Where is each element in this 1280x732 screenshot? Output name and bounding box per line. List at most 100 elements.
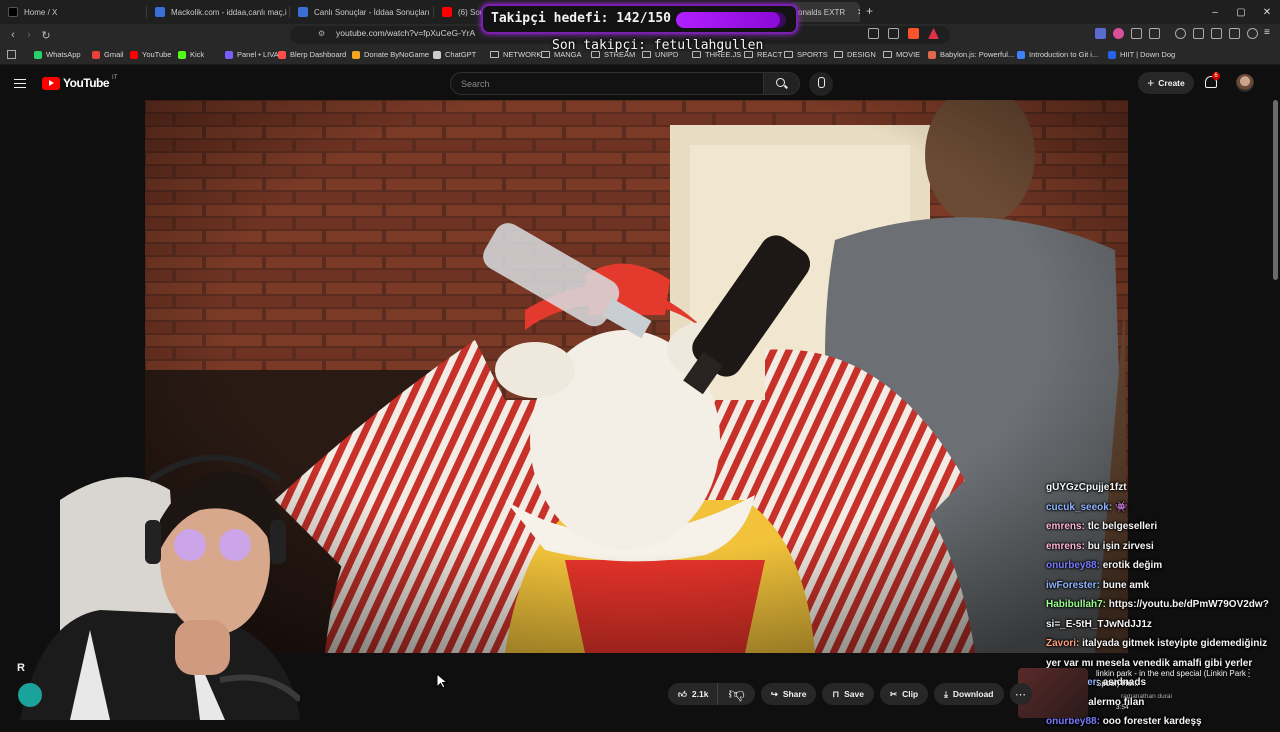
bookmark-label: Kick [190, 50, 205, 59]
reload-button[interactable]: ↻ [38, 27, 54, 43]
follower-goal-text: Takipçi hedefi: 142/150 [491, 11, 672, 26]
share-page-icon[interactable] [888, 28, 899, 39]
tab-x[interactable]: Home / X [0, 2, 145, 22]
maximize-button[interactable]: ▢ [1228, 0, 1254, 24]
save-button[interactable]: ⊓ Save [822, 683, 874, 705]
follower-goal-fill [676, 12, 781, 28]
bookmark-label: HIIT | Down Dog [1120, 50, 1176, 59]
folder-icon [541, 51, 550, 58]
forward-button[interactable]: › [21, 27, 37, 43]
close-tab-icon[interactable]: ✕ [857, 7, 860, 18]
bookmark-label: Introduction to Git i... [1029, 50, 1099, 59]
follower-goal-bar [676, 12, 786, 28]
voice-search-mic-icon[interactable] [809, 72, 833, 96]
chat-username[interactable]: Habibullah7: [1046, 599, 1106, 610]
last-follower-text: Son takipçi: fetullahgullen [552, 38, 764, 53]
bookmark-label: WhatsApp [46, 50, 81, 59]
chat-username[interactable]: iwForester: [1046, 580, 1100, 591]
bookmark-item[interactable]: Babylon.js: Powerful... [928, 50, 1014, 59]
folder-icon [883, 51, 892, 58]
chat-username[interactable]: onurbey88: [1046, 560, 1100, 571]
vpn-icon[interactable] [1229, 28, 1240, 39]
bookmark-item[interactable]: Donate ByNoGame [352, 50, 429, 59]
tab-mackolik[interactable]: Mackolik.com - iddaa,canlı maç,iddaa [147, 2, 287, 22]
bookmark-item[interactable]: SPORTS [784, 50, 828, 59]
site-info-icon[interactable]: ⚙ [318, 29, 325, 38]
bookmark-item[interactable]: Gmail [92, 50, 124, 59]
scissors-icon: ✂ [889, 688, 898, 699]
x-icon [8, 7, 18, 17]
chat-text: bu işin zirvesi [1087, 540, 1154, 552]
apps-grid-icon[interactable] [7, 50, 16, 59]
chat-username[interactable]: cucuk_seeok: [1046, 502, 1112, 513]
clip-button[interactable]: ✂ Clip [879, 683, 929, 705]
youtube-header: YouTube IT +Create 6 [0, 66, 1280, 100]
bookmark-label: DESIGN [847, 50, 876, 59]
create-button[interactable]: + Create [1138, 72, 1194, 94]
bookmark-item[interactable]: Panel • LIVAD [225, 50, 284, 59]
hamburger-menu-icon[interactable] [14, 79, 26, 88]
extension-icon[interactable] [1095, 28, 1106, 39]
bookmark-item[interactable]: HIIT | Down Dog [1108, 50, 1175, 59]
browser-menu-icon[interactable]: ≡ [1264, 27, 1270, 38]
profile-icon[interactable] [1247, 28, 1258, 39]
site-favicon-icon [178, 50, 186, 59]
more-options-icon[interactable]: ⋮ [1244, 668, 1254, 679]
close-window-button[interactable]: ✕ [1254, 0, 1280, 24]
share-button[interactable]: ↪ Share [760, 683, 817, 705]
cast-icon[interactable] [868, 28, 879, 39]
download-button[interactable]: ⤓ Download [934, 683, 1004, 705]
bookmark-item[interactable]: NETWORK [490, 50, 541, 59]
thumbs-up-icon: 👍︎ [678, 688, 687, 699]
streamer-webcam [0, 440, 300, 720]
url-text[interactable]: youtube.com/watch?v=fpXuCeG-YrA [336, 28, 475, 38]
chat-message: Habibullah7: https://youtu.be/dPmW79OV2d… [1046, 595, 1280, 634]
tab-active[interactable]: onalds EXTR✕ [790, 2, 860, 22]
extension-icon[interactable] [1113, 28, 1124, 39]
chat-message: gUYGzCpujje1fzt [1046, 478, 1280, 498]
bookmark-item[interactable]: Blerp Dashboard [278, 50, 346, 59]
up-next-item[interactable]: linkin park - in the end special (Linkin… [1018, 666, 1280, 720]
mackolik-icon [155, 7, 165, 17]
bookmark-item[interactable]: ChatGPT [433, 50, 476, 59]
chat-username[interactable]: emrens: [1046, 541, 1085, 552]
dislike-button[interactable]: 👎︎ [718, 683, 754, 705]
mouse-cursor-icon [436, 673, 448, 689]
extensions-puzzle-icon[interactable] [1131, 28, 1142, 39]
plus-icon: + [1147, 76, 1155, 90]
search-input[interactable] [451, 73, 766, 94]
chat-username[interactable]: Zavori: [1046, 638, 1079, 649]
thumbs-down-icon: 👎︎ [728, 685, 745, 703]
sidebar-icon[interactable] [1193, 28, 1204, 39]
search-icon [776, 78, 785, 87]
bookmark-item[interactable]: DESIGN [834, 50, 876, 59]
bookmark-item[interactable]: Introduction to Git i... [1017, 50, 1098, 59]
like-button[interactable]: 👍︎ 2.1k [668, 683, 719, 705]
wallet-icon[interactable] [1211, 28, 1222, 39]
chat-text: gUYGzCpujje1fzt [1046, 482, 1127, 493]
youtube-icon [442, 7, 452, 17]
youtube-logo[interactable]: YouTube IT [42, 75, 117, 90]
tab-canli-sonuclar[interactable]: Canlı Sonuçlar - İddaa Sonuçları | Ma [290, 2, 432, 22]
more-actions-button[interactable]: ⋯ [1009, 683, 1032, 705]
youtube-play-icon [42, 76, 60, 90]
back-button[interactable]: ‹ [5, 27, 21, 43]
bookmark-label: ChatGPT [445, 50, 477, 59]
media-icon[interactable] [1175, 28, 1186, 39]
bookmark-item[interactable]: MOVIE [883, 50, 920, 59]
bookmark-item[interactable]: Kick [178, 50, 204, 59]
account-avatar[interactable] [1236, 74, 1254, 92]
minimize-button[interactable]: – [1202, 0, 1228, 24]
extension-icon[interactable] [1149, 28, 1160, 39]
new-tab-button[interactable]: + [866, 4, 873, 18]
bookmark-item[interactable]: YouTube [130, 50, 171, 59]
brave-shield-icon[interactable] [908, 28, 919, 39]
search-button[interactable] [763, 73, 799, 94]
window-controls: – ▢ ✕ [1202, 0, 1280, 24]
bookmark-item[interactable]: WhatsApp [34, 50, 81, 59]
chat-username[interactable]: emrens: [1046, 521, 1085, 532]
mackolik-icon [298, 7, 308, 17]
tab-sound[interactable]: (6) Sound [434, 2, 484, 22]
page-scrollbar[interactable] [1273, 100, 1278, 280]
up-next-title[interactable]: linkin park - in the end special (Linkin… [1096, 669, 1256, 689]
